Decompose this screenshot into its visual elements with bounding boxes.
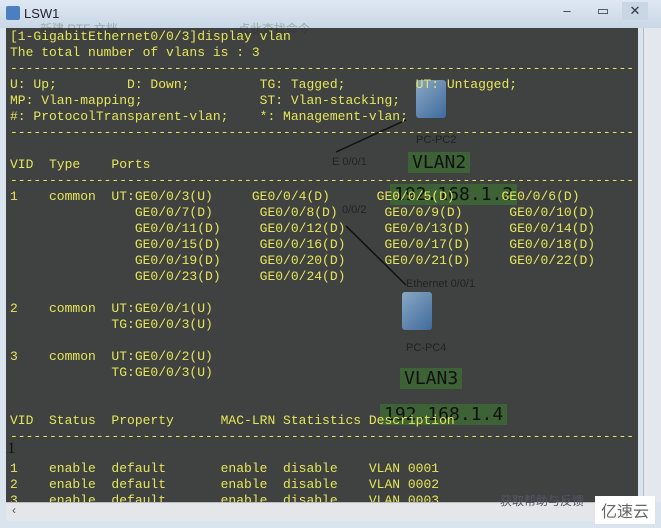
terminal-line: ----------------------------------------… (10, 429, 635, 444)
terminal-line: The total number of vlans is : 3 (10, 45, 260, 60)
terminal-line: 2 common UT:GE0/0/1(U) (10, 301, 213, 316)
terminal-line: TG:GE0/0/3(U) (10, 365, 213, 380)
help-feedback-link: 获取帮助与反馈 (500, 494, 585, 508)
title-bar: LSW1 新建 RTF 文档 点此查找命令 – ▭ ✕ (0, 0, 661, 36)
overlay-artifact-text: 11 (6, 440, 16, 457)
terminal-line: MP: Vlan-mapping; ST: Vlan-stacking; (10, 93, 401, 108)
scroll-left-arrow-icon[interactable]: ‹ (6, 503, 16, 517)
switch-app-icon (6, 6, 20, 20)
vertical-scrollbar[interactable] (643, 28, 661, 502)
maximize-button[interactable]: ▭ (590, 2, 616, 20)
terminal-line: U: Up; D: Down; TG: Tagged; UT: Untagged… (10, 77, 518, 92)
terminal-line: 1 common UT:GE0/0/3(U) GE0/0/4(D) GE0/0/… (10, 189, 580, 204)
terminal-line: GE0/0/15(D) GE0/0/16(D) GE0/0/17(D) GE0/… (10, 237, 596, 252)
terminal-line: ----------------------------------------… (10, 173, 635, 188)
terminal-line: ----------------------------------------… (10, 61, 635, 76)
terminal-line: GE0/0/7(D) GE0/0/8(D) GE0/0/9(D) GE0/0/1… (10, 205, 596, 220)
close-button[interactable]: ✕ (622, 2, 648, 20)
terminal-console[interactable]: PC-PC2 VLAN2 192.168.1.2 E 0/0/1 0/0/2 E… (6, 28, 638, 502)
terminal-line: [1-GigabitEthernet0/0/3]display vlan (10, 29, 291, 44)
terminal-line: TG:GE0/0/3(U) (10, 317, 213, 332)
watermark-logo: 亿速云 (594, 496, 655, 524)
terminal-line: GE0/0/23(D) GE0/0/24(D) (10, 269, 346, 284)
terminal-line: VID Status Property MAC-LRN Statistics D… (10, 413, 455, 428)
window-title: LSW1 (24, 6, 60, 21)
terminal-line: 3 common UT:GE0/0/2(U) (10, 349, 213, 364)
terminal-line: ----------------------------------------… (10, 125, 635, 140)
minimize-button[interactable]: – (554, 2, 580, 20)
terminal-line: 2 enable default enable disable VLAN 000… (10, 477, 440, 492)
terminal-line: GE0/0/11(D) GE0/0/12(D) GE0/0/13(D) GE0/… (10, 221, 596, 236)
terminal-line: #: ProtocolTransparent-vlan; *: Manageme… (10, 109, 408, 124)
terminal-line: GE0/0/19(D) GE0/0/20(D) GE0/0/21(D) GE0/… (10, 253, 596, 268)
terminal-line: 1 enable default enable disable VLAN 000… (10, 461, 440, 476)
terminal-line: 3 enable default enable disable VLAN 000… (10, 493, 440, 502)
terminal-line: VID Type Ports (10, 157, 151, 172)
